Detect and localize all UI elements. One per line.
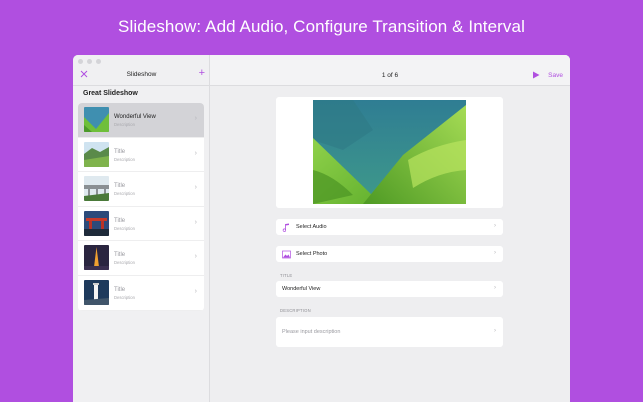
list-item-description: Description [114,191,135,197]
list-item-title: Title [114,217,126,224]
list-item-description: Description [114,294,135,300]
select-photo-label: Select Photo [296,251,328,257]
slide-thumbnail [84,107,109,132]
select-audio-label: Select Audio [296,224,327,230]
page-indicator: 1 of 6 [381,72,399,79]
close-window-button[interactable] [78,59,83,64]
chevron-right-icon: › [194,149,197,157]
photo-preview-card [276,97,503,208]
list-item[interactable]: Title Description › [78,172,204,207]
description-placeholder: Please input description [282,329,341,335]
list-item[interactable]: Title Description › [78,207,204,242]
chevron-right-icon: › [494,328,496,334]
slideshow-group-title: Great Slideshow [83,90,138,97]
list-item-title: Wonderful View [114,114,156,120]
slide-photo[interactable] [313,100,466,204]
list-item-description: Description [114,260,135,266]
minimize-window-button[interactable] [87,59,92,64]
title-field[interactable]: Wonderful View › [276,281,503,297]
list-item[interactable]: Title Description › [78,241,204,276]
list-item-title: Title [114,183,126,190]
headline: Slideshow: Add Audio, Configure Transiti… [118,17,525,36]
title-field-label: TITLE [280,273,293,278]
select-audio-row[interactable]: Select Audio › [276,219,503,235]
plus-icon[interactable]: + [199,68,205,79]
app-window: Slideshow + Great Slideshow Wonderful Vi… [73,55,570,402]
list-item[interactable]: Title Description › [78,276,204,311]
slide-thumbnail [84,279,109,305]
title-value: Wonderful View [282,286,321,292]
chevron-right-icon: › [194,115,197,122]
slide-list: Wonderful View Description › Title Descr… [78,103,204,311]
detail-header: 1 of 6 Save [210,55,570,86]
sidebar-title: Slideshow [126,71,157,78]
chevron-right-icon: › [194,218,197,226]
select-photo-row[interactable]: Select Photo › [276,246,503,262]
list-item-title: Title [114,148,126,155]
description-field-label: DESCRIPTION [280,308,311,313]
list-item-title: Title [114,286,126,293]
divider [73,85,210,86]
zoom-window-button[interactable] [96,59,101,64]
photo-icon [282,250,291,259]
slide-thumbnail [84,176,109,202]
sidebar: Slideshow + Great Slideshow Wonderful Vi… [73,55,210,402]
list-item[interactable]: Wonderful View Description › [78,103,204,138]
window-controls [78,59,101,64]
music-note-icon [282,223,289,232]
detail-pane: 1 of 6 Save Select Audio › Select Photo … [210,55,570,402]
description-field[interactable]: Please input description › [276,317,503,347]
chevron-right-icon: › [494,250,496,256]
sidebar-header: Slideshow + [73,67,210,83]
list-item-description: Description [114,122,135,127]
slide-thumbnail [84,210,109,236]
list-item-title: Title [114,252,126,259]
chevron-right-icon: › [494,223,496,229]
slide-thumbnail [84,141,109,167]
chevron-right-icon: › [194,253,197,261]
slide-thumbnail [84,245,109,271]
save-button[interactable]: Save [548,72,563,79]
list-item[interactable]: Title Description › [78,138,204,173]
play-icon[interactable] [532,71,540,79]
list-item-description: Description [114,156,135,162]
list-item-description: Description [114,225,135,231]
chevron-right-icon: › [194,184,197,192]
chevron-right-icon: › [494,285,496,291]
chevron-right-icon: › [194,287,197,295]
